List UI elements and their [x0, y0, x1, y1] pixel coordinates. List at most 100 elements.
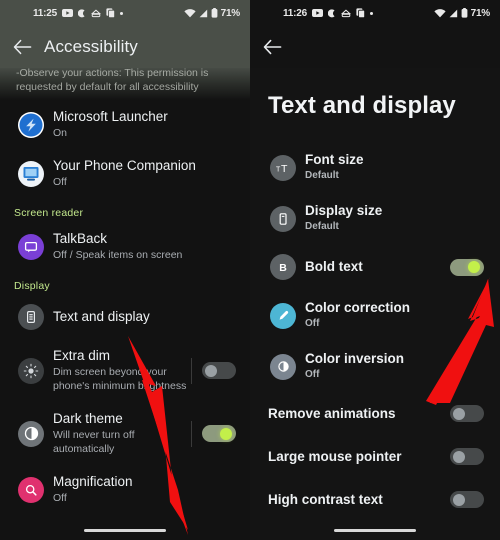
item-text: Microsoft Launcher On: [48, 109, 236, 140]
svg-text:B: B: [279, 262, 287, 274]
item-title: Color correction: [305, 300, 411, 315]
battery-icon: [211, 8, 218, 18]
list-item-large-mouse-pointer[interactable]: Large mouse pointer: [250, 435, 500, 478]
item-text: Remove animations: [266, 406, 450, 422]
item-text: Your Phone Companion Off: [48, 158, 236, 189]
battery-percent: 71%: [470, 7, 491, 19]
item-title: Large mouse pointer: [268, 448, 402, 464]
item-title: Font size: [305, 152, 364, 167]
icon-slot: TT: [266, 154, 300, 181]
wifi-icon: [183, 8, 196, 18]
item-title: High contrast text: [268, 491, 383, 507]
left-status-bar: 11:25 71%: [0, 0, 250, 26]
list-item-text-and-display[interactable]: Text and display: [0, 295, 250, 339]
vpn-icon: [91, 9, 102, 18]
item-subtitle: Dim screen beyond your phone's minimum b…: [53, 366, 187, 392]
icon-slot: [14, 233, 48, 260]
scrolled-partial-text: -Observe your actions: This permission i…: [0, 68, 250, 100]
list-item-color-inversion[interactable]: Color inversion Off: [250, 341, 500, 392]
row-divider: [191, 420, 192, 447]
toggle-knob: [220, 427, 232, 440]
battery-percent: 71%: [220, 7, 241, 19]
section-header-display: Display: [14, 280, 50, 292]
list-item-magnification[interactable]: Magnification Off: [0, 465, 250, 514]
list-item-bold-text[interactable]: B Bold text: [250, 244, 500, 290]
list-item-display-size[interactable]: Display size Default: [250, 193, 500, 244]
copy-icon: [356, 8, 366, 18]
youtube-icon: [62, 9, 74, 17]
bold-text-icon: B: [270, 254, 296, 280]
icon-slot: [14, 111, 48, 138]
list-item-high-contrast-text[interactable]: High contrast text: [250, 478, 500, 521]
list-item-dark-theme[interactable]: Dark theme Will never turn off automatic…: [0, 402, 250, 465]
item-title: Bold text: [305, 259, 363, 274]
icon-slot: [14, 357, 48, 384]
item-title: Your Phone Companion: [53, 158, 196, 173]
left-settings-list: Microsoft Launcher On Your Phone Compani…: [0, 100, 250, 518]
right-app-bar: [250, 26, 500, 68]
item-text: Color correction Off: [300, 300, 484, 331]
item-title: Extra dim: [53, 348, 111, 363]
toggle-knob: [453, 450, 465, 463]
list-item-font-size[interactable]: TT Font size Default: [250, 142, 500, 193]
item-text: TalkBack Off / Speak items on screen: [48, 231, 236, 262]
copy-icon: [106, 8, 116, 18]
status-bar-left-cluster: 11:25: [33, 8, 124, 19]
item-text: Large mouse pointer: [266, 449, 450, 465]
left-phone-screen: 11:25 71% Accessibility -Observe your ac…: [0, 0, 250, 540]
status-bar-right-cluster: 71%: [433, 7, 491, 19]
icon-slot: [14, 304, 48, 330]
toggle-knob: [468, 261, 480, 273]
right-settings-list: TT Font size Default Display size Defaul…: [250, 142, 500, 525]
high-contrast-text-toggle[interactable]: [450, 491, 484, 508]
home-indicator: [84, 529, 166, 532]
item-title: Text and display: [53, 309, 150, 324]
font-size-icon: TT: [270, 154, 296, 181]
list-item-remove-animations[interactable]: Remove animations: [250, 392, 500, 435]
list-item-microsoft-launcher[interactable]: Microsoft Launcher On: [0, 100, 250, 149]
status-bar-clock: 11:26: [283, 7, 308, 19]
large-mouse-pointer-toggle[interactable]: [450, 448, 484, 465]
moon-icon: [328, 8, 336, 18]
item-title: Display size: [305, 203, 383, 218]
list-item-color-correction[interactable]: Color correction Off: [250, 290, 500, 341]
vpn-icon: [341, 9, 352, 18]
item-text: Magnification Off: [48, 474, 236, 505]
dark-theme-toggle[interactable]: [202, 425, 236, 442]
wifi-icon: [433, 8, 446, 18]
item-subtitle: Off: [305, 318, 320, 329]
status-bar-right-cluster: 71%: [183, 7, 241, 19]
list-item-your-phone-companion[interactable]: Your Phone Companion Off: [0, 149, 250, 198]
item-title: Color inversion: [305, 351, 405, 366]
bold-text-toggle[interactable]: [450, 258, 484, 276]
home-indicator: [334, 529, 416, 532]
item-subtitle: Off: [53, 176, 67, 188]
item-subtitle: On: [53, 127, 68, 139]
back-arrow-icon[interactable]: [250, 39, 294, 55]
item-text: Extra dim Dim screen beyond your phone's…: [48, 348, 189, 393]
back-arrow-icon[interactable]: [0, 39, 44, 55]
item-text: Font size Default: [300, 152, 484, 183]
item-title: Dark theme: [53, 411, 123, 426]
item-subtitle: Off: [305, 369, 320, 380]
icon-slot: [14, 420, 48, 447]
remove-animations-toggle[interactable]: [450, 405, 484, 422]
item-title: TalkBack: [53, 231, 108, 246]
magnification-icon: [18, 476, 44, 503]
right-phone-screen: 11:26 71% Text and display T T Font size…: [250, 0, 500, 540]
talkback-icon: [18, 233, 44, 260]
item-text: Display size Default: [300, 203, 484, 234]
dot-icon: [370, 11, 374, 15]
extra-dim-toggle[interactable]: [202, 362, 236, 379]
list-item-talkback[interactable]: TalkBack Off / Speak items on screen: [0, 222, 250, 271]
signal-icon: [199, 9, 208, 18]
svg-text:T: T: [281, 162, 288, 174]
left-app-bar: Accessibility: [0, 26, 250, 68]
item-subtitle: Off / Speak items on screen: [53, 249, 183, 261]
dark-theme-icon: [18, 420, 44, 447]
list-item-extra-dim[interactable]: Extra dim Dim screen beyond your phone's…: [0, 339, 250, 402]
signal-icon: [449, 9, 458, 18]
item-text: Text and display: [48, 309, 236, 325]
item-text: High contrast text: [266, 492, 450, 508]
your-phone-companion-icon: [18, 160, 44, 187]
